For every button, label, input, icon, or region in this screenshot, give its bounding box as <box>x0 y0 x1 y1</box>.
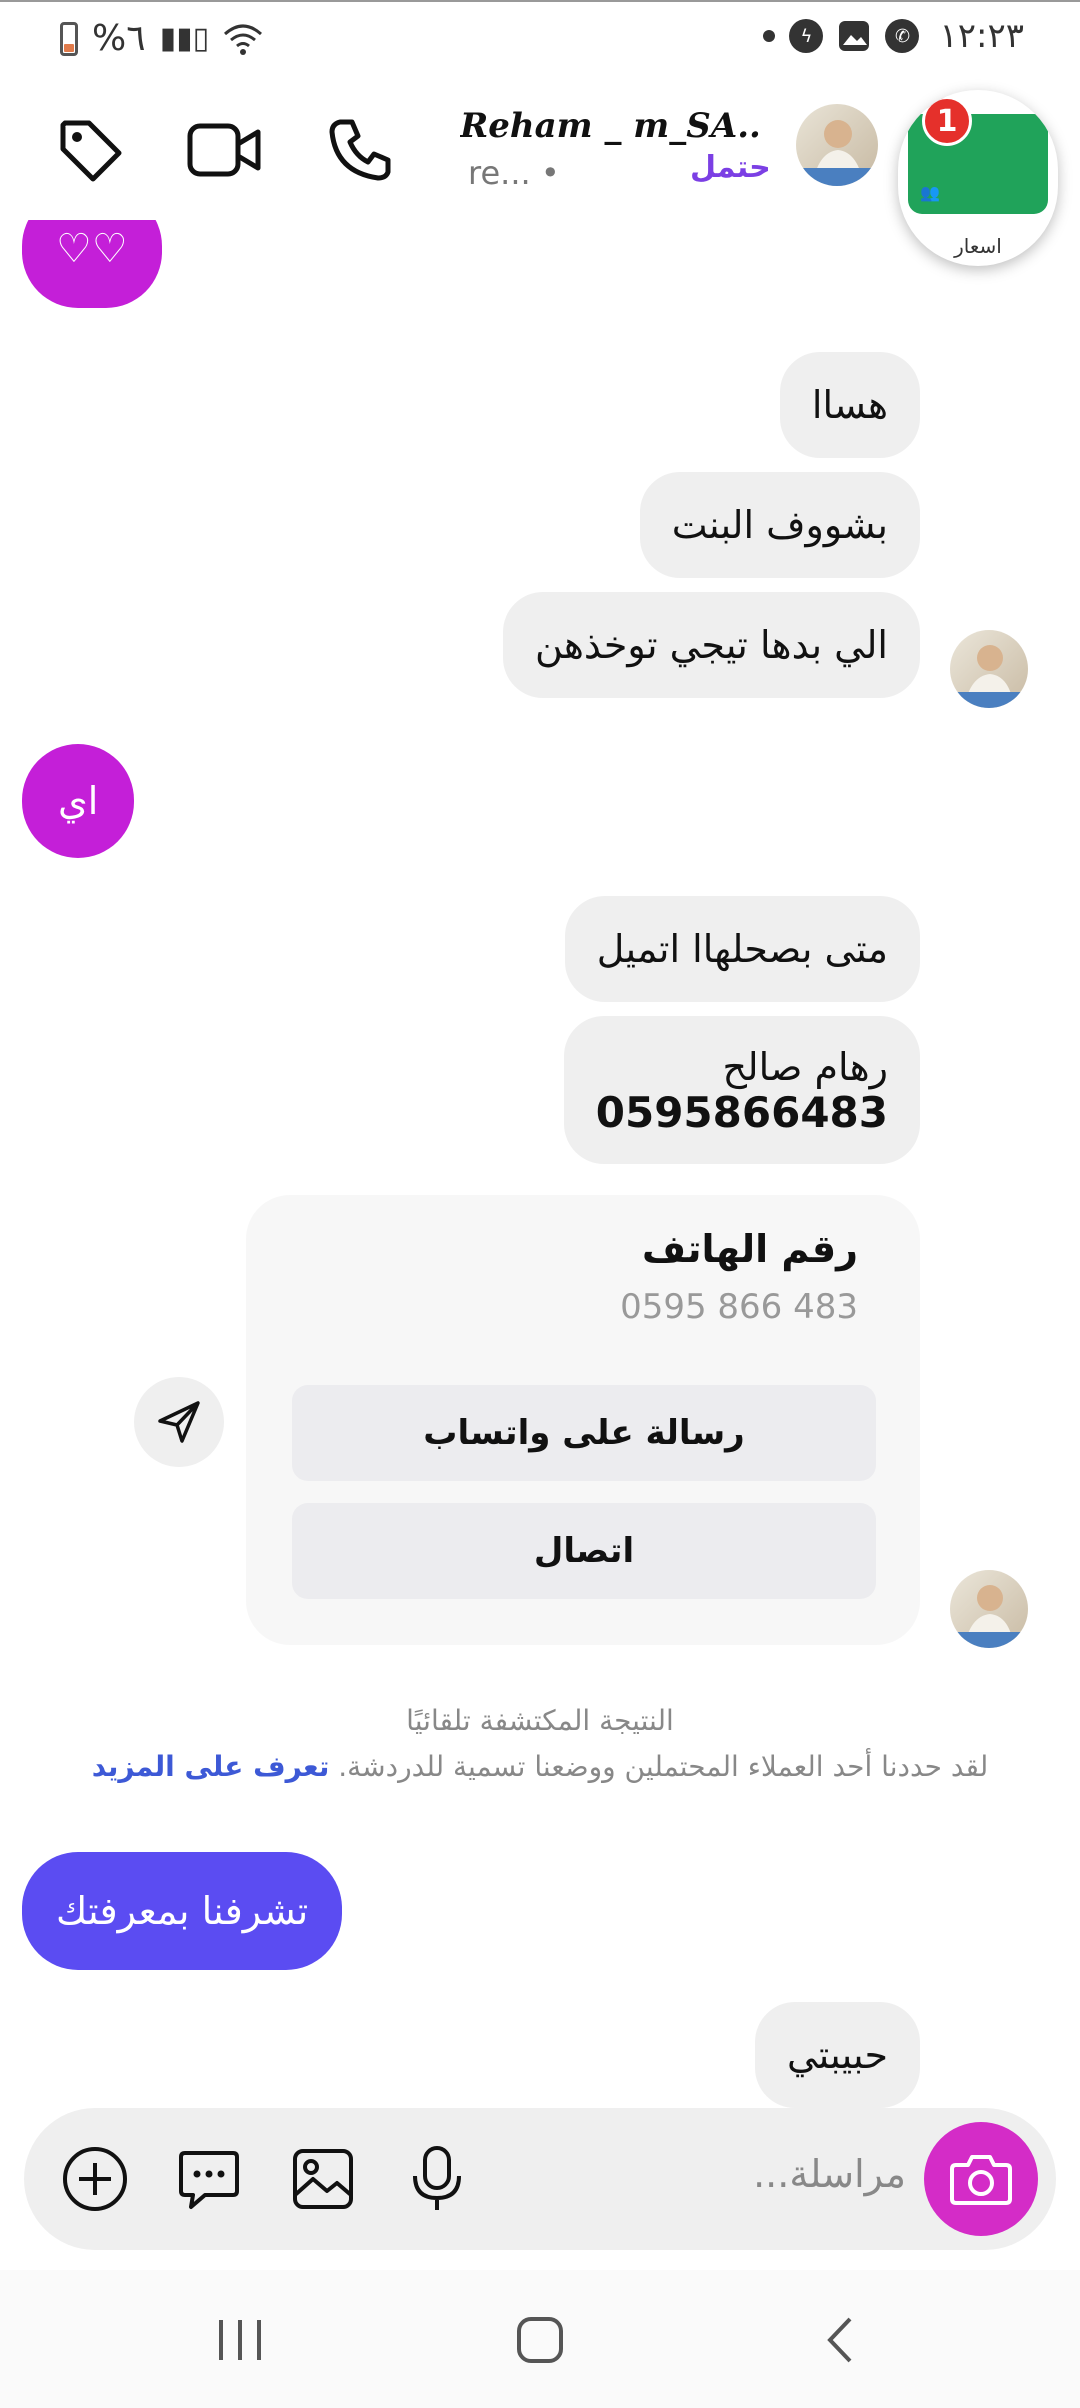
outgoing-message[interactable]: ♡♡ <box>22 220 162 308</box>
camera-icon <box>950 2155 1012 2205</box>
message-composer: مراسلة... <box>24 2108 1056 2250</box>
contact-share-number: 0595866483 <box>595 1088 888 1137</box>
messenger-icon: ϟ <box>789 19 824 53</box>
status-bar: %٦ ▮▮▯ ϟ ✆ ١٢:٢٣ <box>0 0 1080 72</box>
gallery-icon <box>839 21 870 51</box>
status-right: ϟ ✆ ١٢:٢٣ <box>763 16 1024 56</box>
notice-text: لقد حددنا أحد العملاء المحتملين ووضعنا ت… <box>338 1750 989 1783</box>
learn-more-link[interactable]: تعرف على المزيد <box>92 1750 330 1783</box>
add-icon[interactable] <box>60 2144 130 2214</box>
contact-share-name: رهام صالح <box>722 1045 888 1089</box>
system-nav-bar <box>0 2270 1080 2408</box>
gallery-icon[interactable] <box>288 2144 358 2214</box>
sender-avatar[interactable] <box>950 630 1028 708</box>
phone-call-icon[interactable] <box>320 110 400 190</box>
chat-header: Reham _ m_SA... re... • حتمل 👥 1 اسعار <box>0 80 1080 266</box>
message-list[interactable]: ♡♡ هساا بشووف البنت الي بدها تيجي توخذهن… <box>0 220 1080 2110</box>
clock: ١٢:٢٣ <box>939 16 1024 56</box>
incoming-message[interactable]: حبيبتي <box>754 2002 920 2108</box>
incoming-message-contact[interactable]: رهام صالح 0595866483 <box>563 1016 920 1164</box>
unread-badge: 1 <box>922 96 972 146</box>
contact-avatar[interactable] <box>796 104 878 186</box>
auto-detected-title: النتيجة المكتشفة تلقائيًا <box>406 1704 674 1737</box>
incoming-message[interactable]: متى بصحلهاا اتميل <box>564 896 920 1002</box>
auto-detected-notice: لقد حددنا أحد العملاء المحتملين ووضعنا ت… <box>0 1750 1080 1783</box>
sender-avatar[interactable] <box>950 1570 1028 1648</box>
card-phone-number[interactable]: 0595 866 483 <box>620 1287 858 1327</box>
tag-icon[interactable] <box>50 110 130 190</box>
contact-name[interactable]: Reham _ m_SA... <box>460 106 760 146</box>
battery-level: %٦ <box>92 18 146 59</box>
card-title: رقم الهاتف <box>642 1227 858 1271</box>
signal-icon: ▮▮▯ <box>159 21 210 56</box>
video-call-icon[interactable] <box>184 110 264 190</box>
message-input[interactable]: مراسلة... <box>753 2152 906 2196</box>
incoming-message[interactable]: الي بدها تيجي توخذهن <box>502 592 920 698</box>
wifi-icon <box>224 24 263 55</box>
camera-button[interactable] <box>924 2122 1038 2236</box>
recent-apps-icon[interactable] <box>200 2310 280 2370</box>
microphone-icon[interactable] <box>402 2144 472 2214</box>
phone-number-card: رقم الهاتف 0595 866 483 رسالة على واتساب… <box>246 1195 920 1645</box>
back-icon[interactable] <box>800 2310 880 2370</box>
group-icon: 👥 <box>920 183 940 202</box>
call-button[interactable]: اتصال <box>292 1503 876 1599</box>
share-button[interactable] <box>134 1377 224 1467</box>
whatsapp-message-button[interactable]: رسالة على واتساب <box>292 1385 876 1481</box>
send-icon <box>158 1401 200 1443</box>
outgoing-message[interactable]: تشرفنا بمعرفتك <box>22 1852 343 1970</box>
incoming-message[interactable]: هساا <box>779 352 920 458</box>
battery-icon <box>60 21 78 56</box>
notification-dot-icon <box>763 30 776 42</box>
incoming-message[interactable]: بشووف البنت <box>639 472 920 578</box>
lead-label[interactable]: حتمل <box>690 150 771 185</box>
contact-username: re... • <box>468 154 560 192</box>
outgoing-message[interactable]: اي <box>22 744 135 858</box>
home-icon[interactable] <box>500 2310 580 2370</box>
saved-replies-icon[interactable] <box>174 2144 244 2214</box>
status-left: %٦ ▮▮▯ <box>60 18 263 59</box>
whatsapp-icon: ✆ <box>885 19 920 53</box>
